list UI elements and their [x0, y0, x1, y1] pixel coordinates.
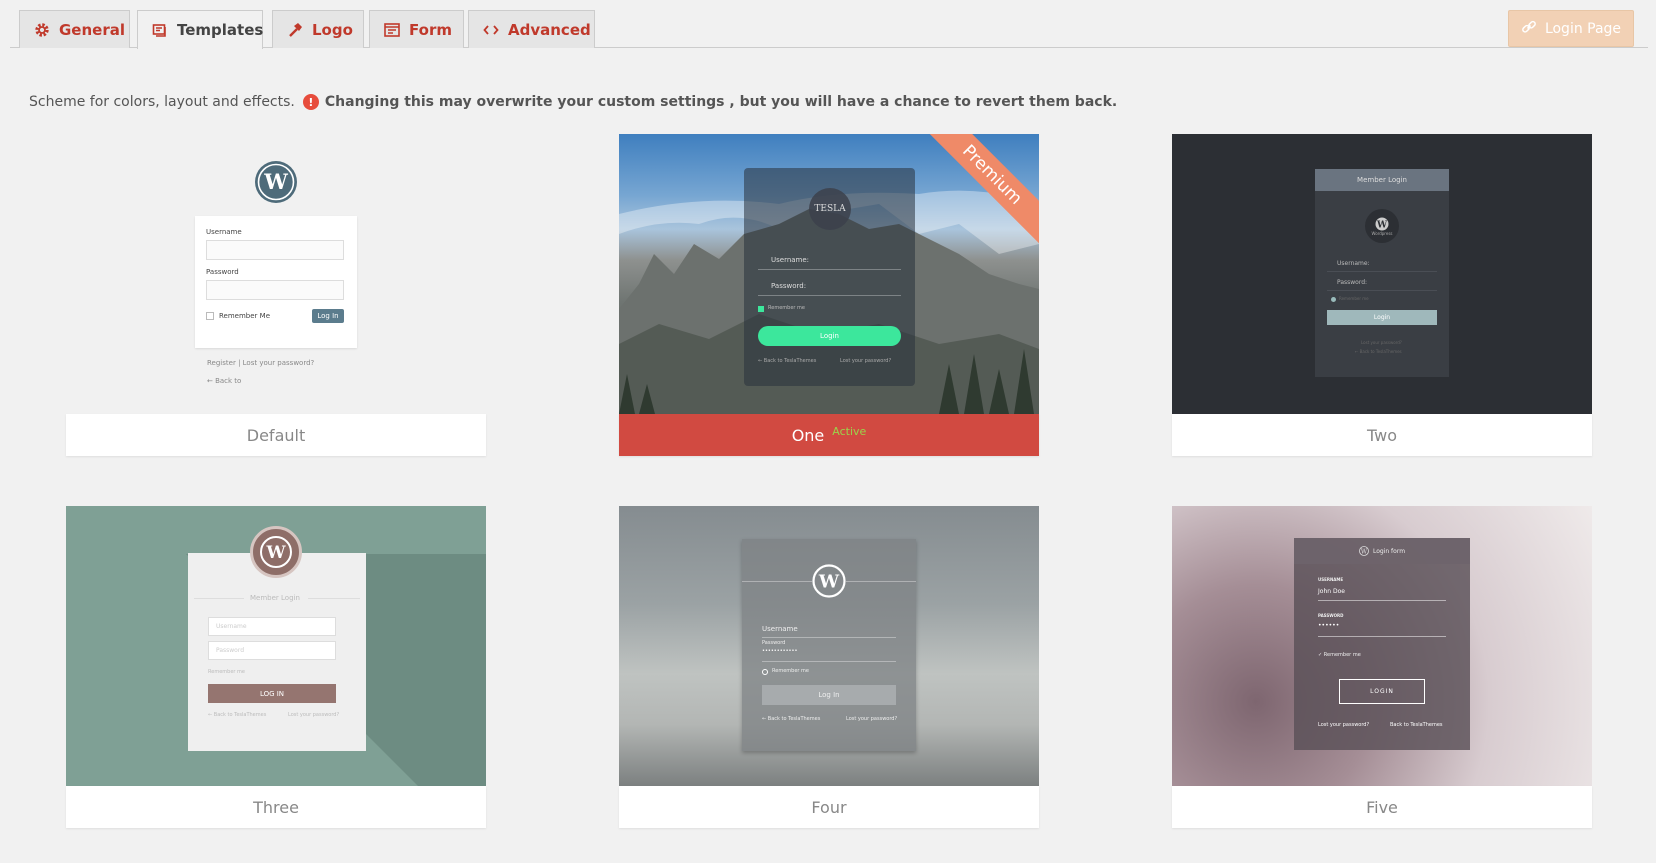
tab-logo[interactable]: Logo	[272, 10, 364, 48]
tesla-logo-icon: TESLA	[809, 188, 851, 230]
tab-bar: General Templates Logo Form Advanced Log…	[0, 0, 1656, 49]
svg-text:W: W	[1361, 549, 1368, 556]
svg-text:W: W	[263, 169, 288, 194]
default-login-box: Username Password Remember Me Log In	[195, 216, 357, 348]
gear-icon	[34, 22, 50, 38]
svg-text:W: W	[818, 572, 840, 593]
tab-general[interactable]: General	[19, 10, 130, 48]
code-icon	[483, 22, 499, 38]
tab-form[interactable]: Form	[369, 10, 464, 48]
scheme-notice: Scheme for colors, layout and effects. !…	[29, 94, 1117, 110]
svg-text:W: W	[265, 543, 286, 563]
wordpress-logo-icon: W Wordpress	[1365, 209, 1399, 243]
tab-form-label: Form	[409, 20, 452, 39]
link-icon	[1521, 19, 1537, 39]
template-label-two: Two	[1172, 414, 1592, 456]
template-label-five: Five	[1172, 786, 1592, 828]
template-preview-three: Member Login Username Password Remember …	[66, 506, 486, 786]
template-preview-default: W Username Password Remember Me Log In R…	[66, 134, 486, 414]
template-card-two[interactable]: Member Login W Wordpress Username: Passw…	[1172, 134, 1592, 456]
three-login-panel: Member Login Username Password Remember …	[188, 553, 366, 751]
four-login-panel: W Username Password •••••••••••• Remembe…	[742, 539, 916, 751]
one-login-panel: TESLA Username: Password: Remember me Lo…	[744, 168, 915, 386]
template-label-default: Default	[66, 414, 486, 456]
template-preview-four: W Username Password •••••••••••• Remembe…	[619, 506, 1039, 786]
five-login-panel: W Login form USERNAME John Doe PASSWORD …	[1294, 538, 1470, 750]
wordpress-logo-icon: W	[250, 526, 302, 578]
form-icon	[384, 22, 400, 38]
template-card-five[interactable]: W Login form USERNAME John Doe PASSWORD …	[1172, 506, 1592, 828]
login-page-button-label: Login Page	[1544, 20, 1622, 37]
login-page-button[interactable]: Login Page	[1508, 10, 1634, 47]
warning-icon: !	[302, 94, 319, 110]
template-card-one[interactable]: TESLA Username: Password: Remember me Lo…	[619, 134, 1039, 456]
template-card-default[interactable]: W Username Password Remember Me Log In R…	[66, 134, 486, 456]
tab-advanced[interactable]: Advanced	[468, 10, 595, 48]
tab-advanced-label: Advanced	[508, 20, 591, 39]
wordpress-logo-icon: W	[1359, 546, 1369, 556]
tab-templates-label: Templates	[177, 21, 264, 39]
notice-warning: Changing this may overwrite your custom …	[324, 94, 1118, 110]
template-card-four[interactable]: W Username Password •••••••••••• Remembe…	[619, 506, 1039, 828]
template-label-four: Four	[619, 786, 1039, 828]
wordpress-logo-icon: W	[812, 564, 846, 598]
template-preview-one: TESLA Username: Password: Remember me Lo…	[619, 134, 1039, 414]
two-login-panel: Member Login W Wordpress Username: Passw…	[1315, 169, 1449, 377]
templates-icon	[152, 22, 168, 38]
hammer-icon	[287, 22, 303, 38]
wordpress-logo-icon: W	[255, 161, 297, 203]
template-preview-five: W Login form USERNAME John Doe PASSWORD …	[1172, 506, 1592, 786]
template-card-three[interactable]: Member Login Username Password Remember …	[66, 506, 486, 828]
svg-text:W: W	[1376, 220, 1388, 230]
template-preview-two: Member Login W Wordpress Username: Passw…	[1172, 134, 1592, 414]
tab-templates[interactable]: Templates	[137, 10, 263, 49]
tab-logo-label: Logo	[312, 20, 353, 39]
template-label-three: Three	[66, 786, 486, 828]
notice-text: Scheme for colors, layout and effects.	[29, 94, 295, 110]
template-label-one: One Active	[619, 414, 1039, 456]
active-badge: Active	[832, 424, 867, 438]
tab-general-label: General	[59, 20, 125, 39]
